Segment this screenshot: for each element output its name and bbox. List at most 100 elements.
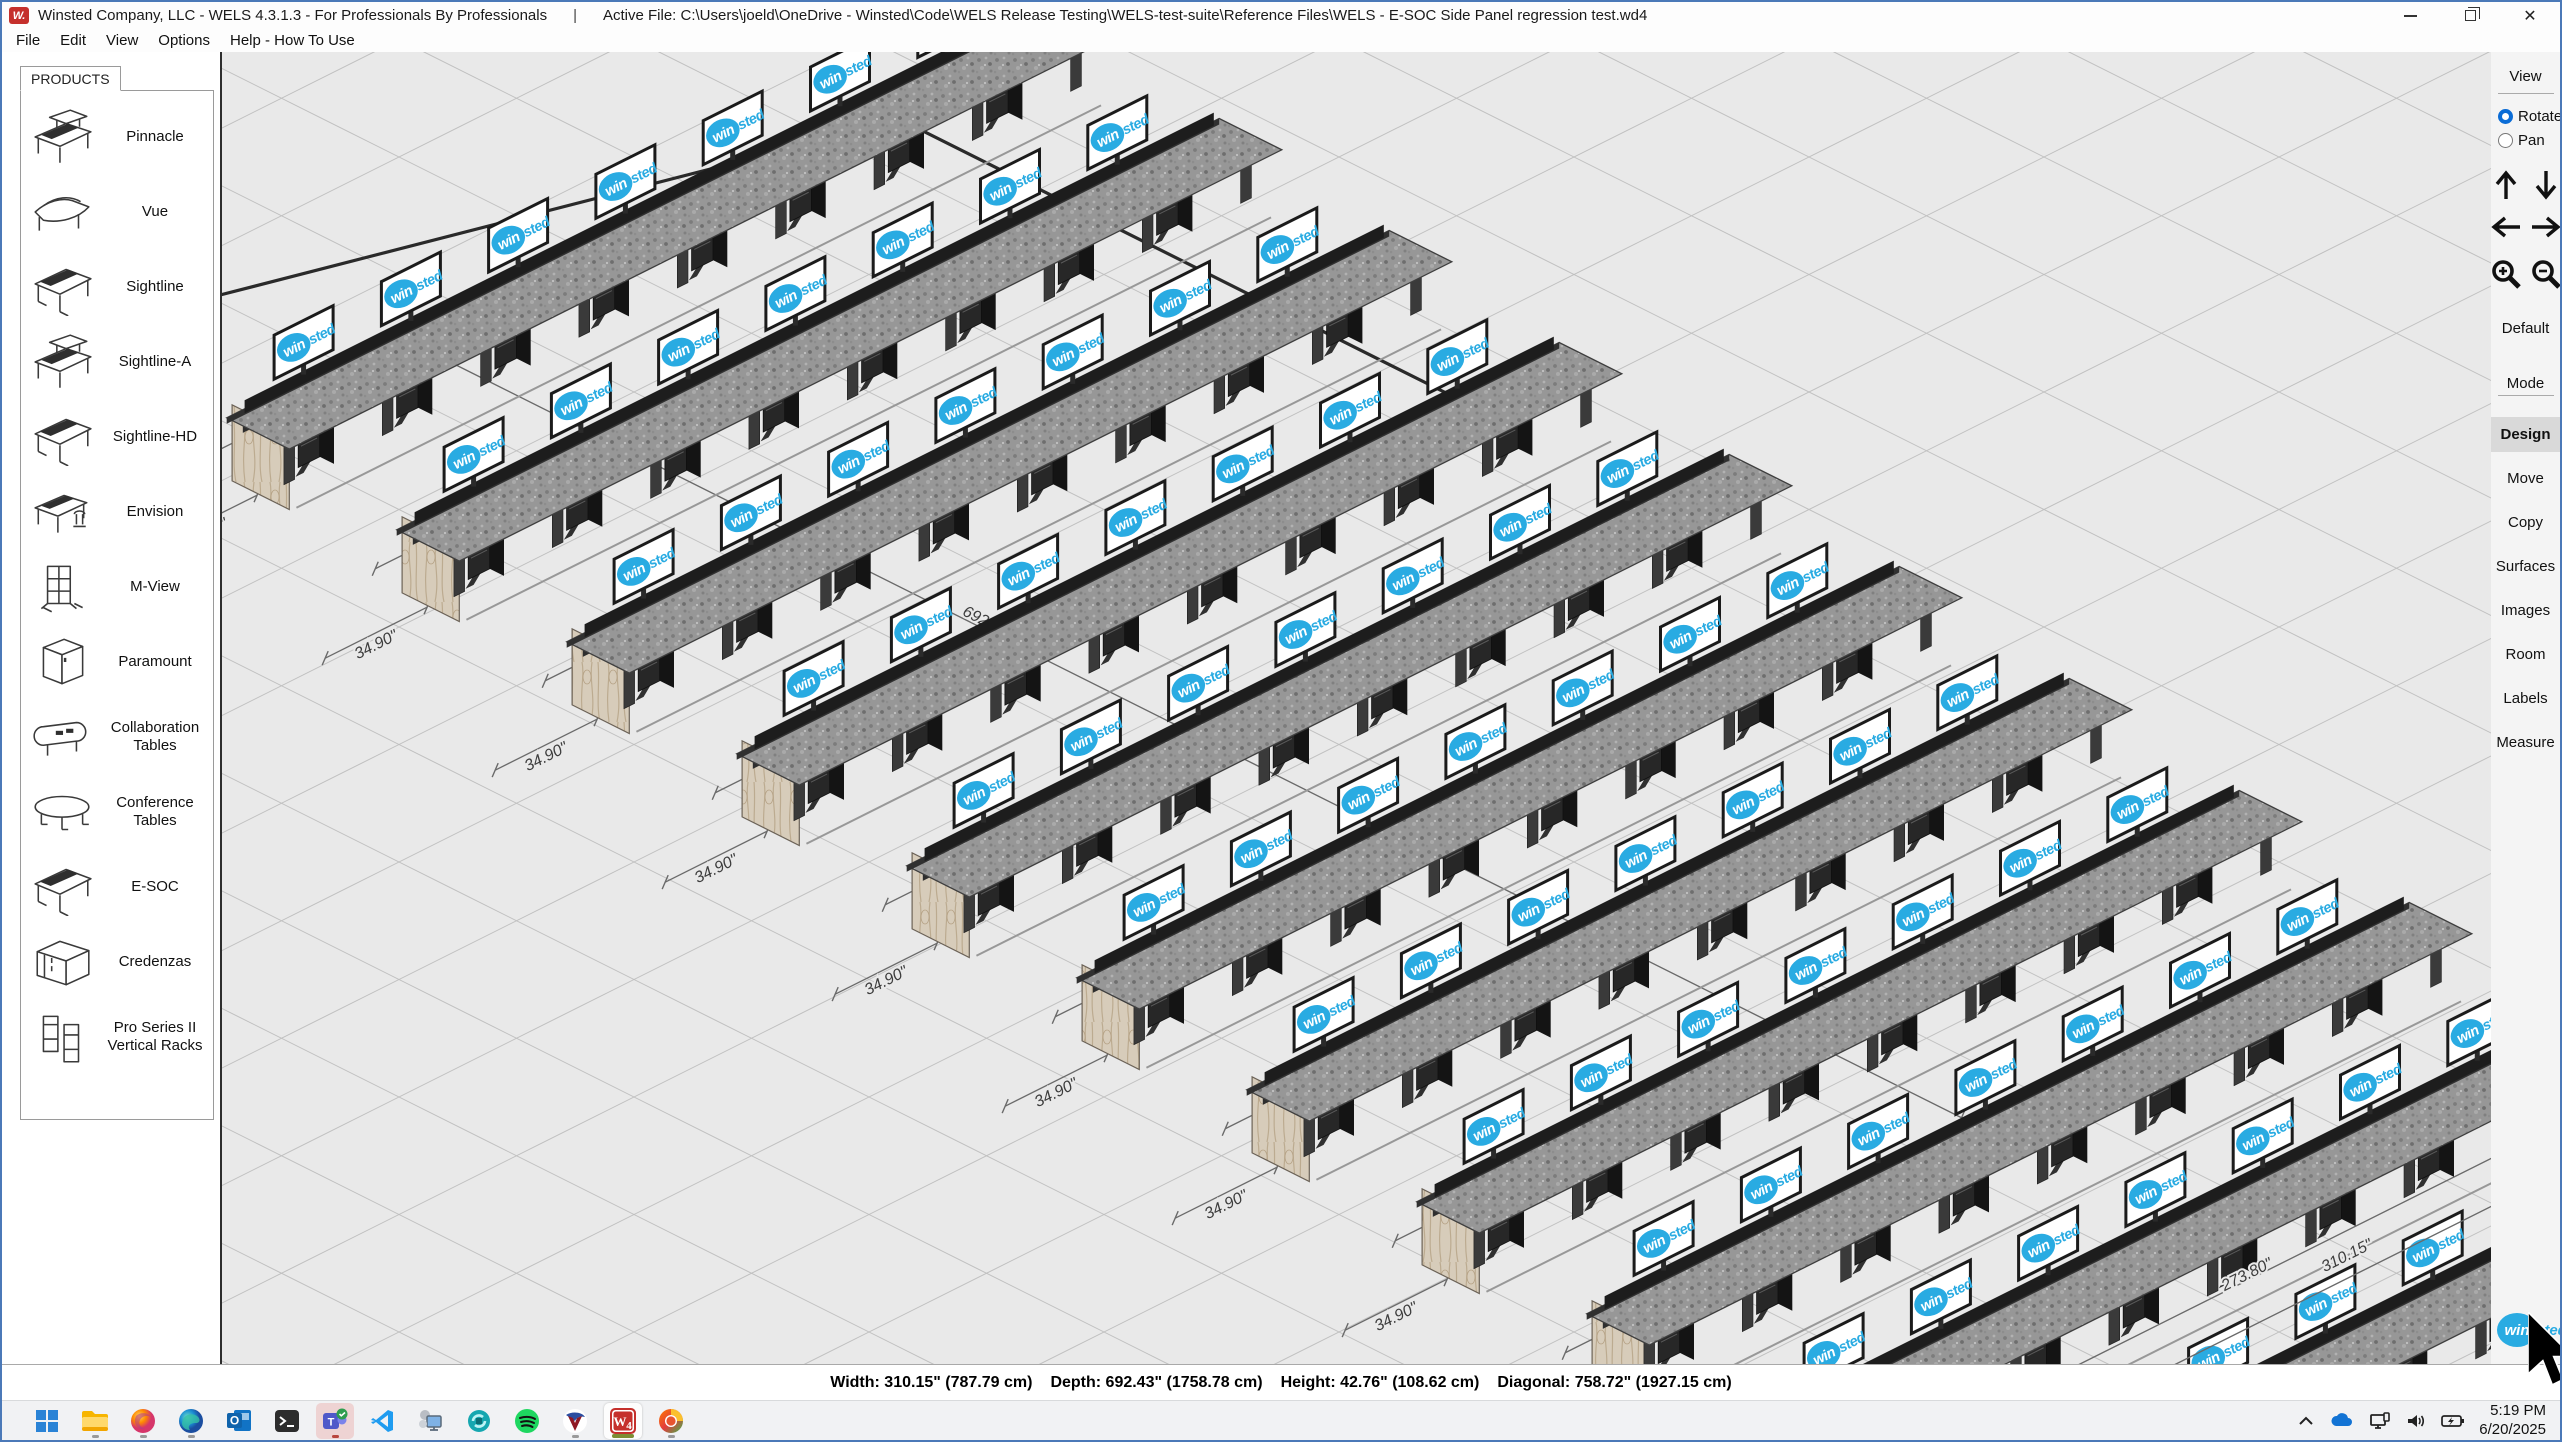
status-depth: Depth: 692.43" (1758.78 cm) bbox=[1050, 1374, 1262, 1392]
taskbar-outlook-icon[interactable]: O bbox=[220, 1403, 258, 1439]
product-label: Pinnacle bbox=[103, 128, 213, 145]
svg-text:win: win bbox=[2505, 1322, 2530, 1339]
mode-design-button[interactable]: Design bbox=[2491, 417, 2560, 452]
svg-text:4: 4 bbox=[626, 1420, 632, 1432]
winsted-app-icon: W. bbox=[9, 7, 29, 24]
clock-date: 6/20/2025 bbox=[2479, 1421, 2546, 1440]
sightline-product-icon bbox=[21, 258, 103, 316]
arrow-down-button[interactable] bbox=[2530, 168, 2562, 202]
taskbar-spotify-icon[interactable] bbox=[508, 1403, 546, 1439]
default-view-button[interactable]: Default bbox=[2502, 320, 2550, 337]
product-label: Sightline bbox=[103, 278, 213, 295]
onedrive-cloud-icon[interactable] bbox=[2329, 1413, 2355, 1429]
pan-arrows bbox=[2490, 168, 2562, 244]
product-item-collaboration-tables[interactable]: Collaboration Tables bbox=[21, 699, 213, 774]
taskbar-sync-app-icon[interactable] bbox=[460, 1403, 498, 1439]
mode-labels-button[interactable]: Labels bbox=[2491, 681, 2560, 716]
menu-item-help-how-to-use[interactable]: Help - How To Use bbox=[220, 30, 365, 51]
products-sidebar: PRODUCTS PinnacleVueSightlineSightline-A… bbox=[2, 52, 220, 1364]
product-item-paramount[interactable]: Paramount bbox=[21, 624, 213, 699]
arrow-right-button[interactable] bbox=[2530, 210, 2562, 244]
taskbar-firefox-icon[interactable] bbox=[124, 1403, 162, 1439]
running-indicator bbox=[140, 1435, 147, 1438]
running-indicator bbox=[332, 1435, 339, 1438]
e-soc-product-icon bbox=[21, 858, 103, 916]
credenzas-product-icon bbox=[21, 933, 103, 991]
mode-copy-button[interactable]: Copy bbox=[2491, 505, 2560, 540]
radio-rotate[interactable]: Rotate bbox=[2498, 108, 2562, 125]
product-label: Conference Tables bbox=[103, 794, 213, 829]
arrow-up-button[interactable] bbox=[2490, 168, 2522, 202]
pro-series-ii-vertical-racks-product-icon bbox=[21, 1008, 103, 1066]
maximize-button[interactable] bbox=[2447, 2, 2493, 29]
product-item-envision[interactable]: Envision bbox=[21, 474, 213, 549]
taskbar-terminal-icon[interactable] bbox=[268, 1403, 306, 1439]
taskbar-remote-desktop-icon[interactable] bbox=[412, 1403, 450, 1439]
zoom-out-icon[interactable] bbox=[2530, 258, 2562, 292]
product-item-sightline-a[interactable]: Sightline-A bbox=[21, 324, 213, 399]
taskbar-vscode-icon[interactable] bbox=[364, 1403, 402, 1439]
product-item-credenzas[interactable]: Credenzas bbox=[21, 924, 213, 999]
product-label: Collaboration Tables bbox=[103, 719, 213, 754]
mode-measure-button[interactable]: Measure bbox=[2491, 725, 2560, 760]
status-height: Height: 42.76" (108.62 cm) bbox=[1281, 1374, 1480, 1392]
menu-item-view[interactable]: View bbox=[96, 30, 148, 51]
running-indicator bbox=[612, 1434, 634, 1438]
radio-label: Rotate bbox=[2518, 108, 2562, 125]
minimize-button[interactable] bbox=[2387, 2, 2433, 29]
pinnacle-product-icon bbox=[21, 108, 103, 166]
design-canvas[interactable]: 692.43"273.80"34.90"winstedwinstedwinste… bbox=[220, 52, 2491, 1364]
product-item-pinnacle[interactable]: Pinnacle bbox=[21, 99, 213, 174]
view-panel: View RotatePan bbox=[2491, 52, 2560, 1364]
mode-move-button[interactable]: Move bbox=[2491, 461, 2560, 496]
menu-item-options[interactable]: Options bbox=[148, 30, 220, 51]
product-item-m-view[interactable]: M-View bbox=[21, 549, 213, 624]
divider bbox=[2498, 93, 2554, 94]
status-diagonal: Diagonal: 758.72" (1927.15 cm) bbox=[1497, 1374, 1731, 1392]
radio-pan[interactable]: Pan bbox=[2498, 132, 2562, 149]
taskbar-clock[interactable]: 5:19 PM 6/20/2025 bbox=[2479, 1402, 2546, 1440]
close-button[interactable]: ✕ bbox=[2507, 2, 2553, 29]
taskbar-teams-icon[interactable]: T bbox=[316, 1403, 354, 1439]
menu-item-file[interactable]: File bbox=[6, 30, 50, 51]
mode-surfaces-button[interactable]: Surfaces bbox=[2491, 549, 2560, 584]
product-item-sightline[interactable]: Sightline bbox=[21, 249, 213, 324]
paramount-product-icon bbox=[21, 633, 103, 691]
conference-tables-product-icon bbox=[21, 783, 103, 841]
scene-svg[interactable]: 692.43"273.80"34.90"winstedwinstedwinste… bbox=[222, 52, 2491, 1364]
product-label: E-SOC bbox=[103, 878, 213, 895]
taskbar-wels-w4-icon[interactable]: W4 bbox=[604, 1403, 642, 1439]
product-label: Pro Series II Vertical Racks bbox=[103, 1019, 213, 1054]
menu-item-edit[interactable]: Edit bbox=[50, 30, 96, 51]
product-item-conference-tables[interactable]: Conference Tables bbox=[21, 774, 213, 849]
volume-icon[interactable] bbox=[2405, 1412, 2427, 1430]
product-item-vue[interactable]: Vue bbox=[21, 174, 213, 249]
mouse-cursor bbox=[2528, 1312, 2562, 1392]
taskbar-edge-icon[interactable] bbox=[172, 1403, 210, 1439]
mode-images-button[interactable]: Images bbox=[2491, 593, 2560, 628]
mode-room-button[interactable]: Room bbox=[2491, 637, 2560, 672]
taskbar-file-explorer-icon[interactable] bbox=[76, 1403, 114, 1439]
tray-chevron-up-icon[interactable] bbox=[2297, 1414, 2315, 1428]
battery-icon[interactable] bbox=[2441, 1413, 2465, 1429]
taskbar-browser-colorwheel-icon[interactable] bbox=[652, 1403, 690, 1439]
monitor[interactable]: winsted bbox=[1802, 1314, 1871, 1364]
product-label: Credenzas bbox=[103, 953, 213, 970]
product-label: Paramount bbox=[103, 653, 213, 670]
product-item-e-soc[interactable]: E-SOC bbox=[21, 849, 213, 924]
collaboration-tables-product-icon bbox=[21, 708, 103, 766]
taskbar-shield-app-icon[interactable] bbox=[556, 1403, 594, 1439]
window-title: Winsted Company, LLC - WELS 4.3.1.3 - Fo… bbox=[38, 7, 547, 24]
taskbar-start-icon[interactable] bbox=[28, 1403, 66, 1439]
product-item-sightline-hd[interactable]: Sightline-HD bbox=[21, 399, 213, 474]
product-item-pro-series-ii-vertical-racks[interactable]: Pro Series II Vertical Racks bbox=[21, 999, 213, 1074]
arrow-left-button[interactable] bbox=[2490, 210, 2522, 244]
taskbar: O T W4 5:19 PM 6/20/2025 bbox=[2, 1400, 2560, 1440]
product-label: Vue bbox=[103, 203, 213, 220]
svg-text:T: T bbox=[328, 1416, 335, 1428]
product-label: Sightline-HD bbox=[103, 428, 213, 445]
radio-dot bbox=[2498, 109, 2513, 124]
zoom-in-icon[interactable] bbox=[2490, 258, 2522, 292]
system-tray: 5:19 PM 6/20/2025 bbox=[2297, 1402, 2560, 1440]
network-display-icon[interactable] bbox=[2369, 1412, 2391, 1430]
